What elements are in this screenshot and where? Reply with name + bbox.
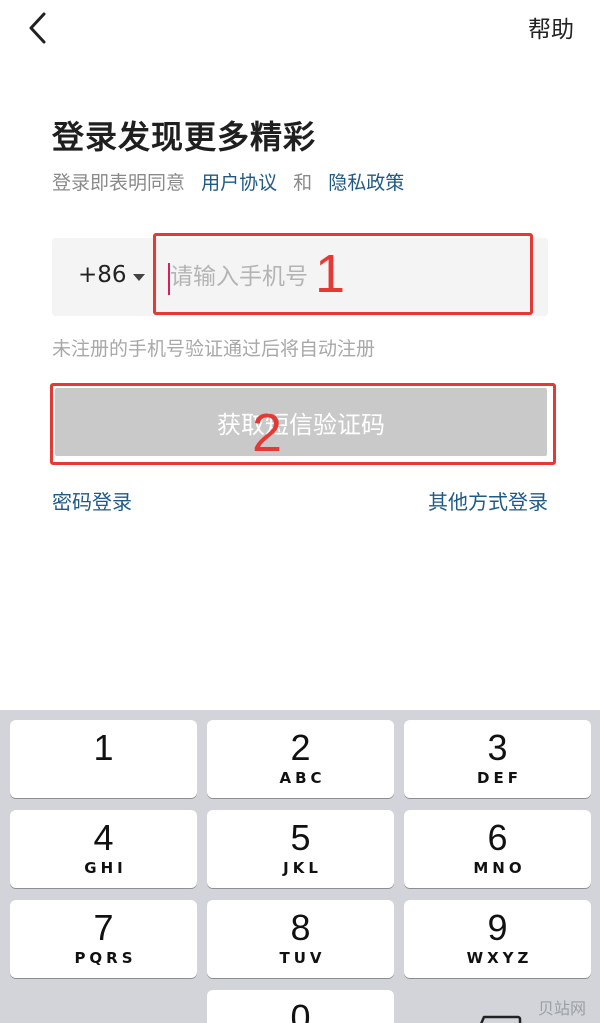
annotation-number-2: 2 [252, 403, 283, 463]
key-letters: GHI [84, 859, 127, 877]
auto-register-hint: 未注册的手机号验证通过后将自动注册 [52, 338, 376, 360]
key-digit: 4 [93, 817, 114, 858]
key-digit: 6 [487, 817, 508, 858]
key-digit: 0 [290, 997, 311, 1023]
key-0[interactable]: 0 [207, 990, 394, 1023]
page-title: 登录发现更多精彩 [52, 118, 317, 156]
key-6[interactable]: 6 MNO [404, 810, 591, 888]
privacy-policy-link[interactable]: 隐私政策 [328, 172, 404, 194]
agreement-prefix: 登录即表明同意 [52, 172, 186, 194]
key-5[interactable]: 5 JKL [207, 810, 394, 888]
key-8[interactable]: 8 TUV [207, 900, 394, 978]
key-9[interactable]: 9 WXYZ [404, 900, 591, 978]
numeric-keyboard: 1 2 ABC 3 DEF 4 GHI 5 JKL 6 MNO 7 PQRS 8… [0, 710, 600, 1023]
key-letters: WXYZ [466, 949, 533, 967]
key-3[interactable]: 3 DEF [404, 720, 591, 798]
backspace-icon[interactable] [470, 1015, 522, 1023]
agreement-text: 登录即表明同意 用户协议 和 隐私政策 [52, 168, 404, 195]
key-digit: 5 [290, 817, 311, 858]
password-login-link[interactable]: 密码登录 [52, 486, 132, 515]
key-digit: 9 [487, 907, 508, 948]
key-digit: 7 [93, 907, 114, 948]
help-link[interactable]: 帮助 [528, 10, 574, 44]
other-login-link[interactable]: 其他方式登录 [428, 486, 548, 515]
key-4[interactable]: 4 GHI [10, 810, 197, 888]
key-1[interactable]: 1 [10, 720, 197, 798]
key-letters: TUV [279, 949, 326, 967]
key-digit: 8 [290, 907, 311, 948]
dropdown-triangle-icon [133, 274, 145, 281]
key-digit: 3 [487, 727, 508, 768]
annotation-box-2 [50, 383, 556, 465]
user-agreement-link[interactable]: 用户协议 [201, 172, 277, 194]
key-2[interactable]: 2 ABC [207, 720, 394, 798]
key-7[interactable]: 7 PQRS [10, 900, 197, 978]
key-letters: ABC [279, 769, 326, 787]
key-letters: MNO [473, 859, 526, 877]
key-letters: DEF [477, 769, 522, 787]
watermark-text: 贝站网 [537, 999, 586, 1018]
country-code: +86 [78, 262, 127, 288]
key-digit: 2 [290, 727, 311, 768]
back-arrow-icon[interactable] [22, 6, 58, 50]
annotation-number-1: 1 [315, 244, 346, 304]
key-digit: 1 [93, 727, 114, 768]
key-letters: PQRS [74, 949, 137, 967]
top-bar: 帮助 [0, 0, 600, 56]
key-letters: JKL [283, 859, 322, 877]
agreement-and: 和 [293, 172, 313, 194]
